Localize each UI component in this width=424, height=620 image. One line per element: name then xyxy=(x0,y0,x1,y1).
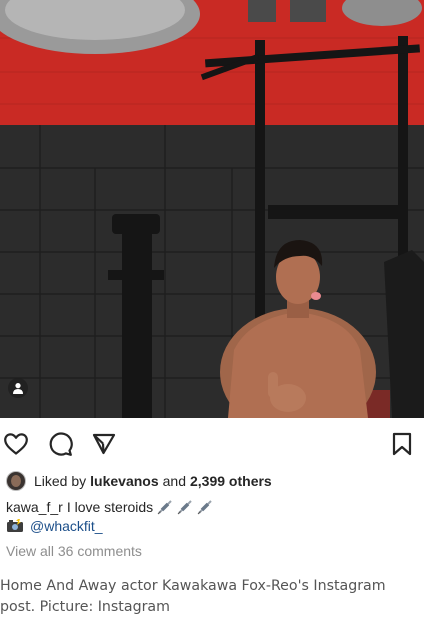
caption-username[interactable]: kawa_f_r xyxy=(6,499,63,515)
comment-bubble-icon xyxy=(49,432,73,456)
comment-button[interactable] xyxy=(46,430,74,458)
save-button[interactable] xyxy=(388,430,416,458)
syringe-emoji-group xyxy=(157,499,213,515)
caption-text: I love steroids xyxy=(66,499,154,515)
view-all-comments-link[interactable]: View all 36 comments xyxy=(6,543,142,559)
post-caption: kawa_f_r I love steroids xyxy=(6,499,213,515)
paper-plane-icon xyxy=(92,433,116,455)
caption-credit-line: @whackfit_ xyxy=(6,518,103,534)
likes-count[interactable]: 2,399 others xyxy=(190,473,272,489)
post-action-bar xyxy=(0,428,424,460)
bookmark-icon xyxy=(392,432,412,456)
like-button[interactable] xyxy=(2,430,30,458)
syringe-icon xyxy=(177,500,192,515)
liked-by-username[interactable]: lukevanos xyxy=(90,473,158,489)
share-button[interactable] xyxy=(90,430,118,458)
post-photo[interactable] xyxy=(0,0,424,418)
likes-summary: Liked by lukevanos and 2,399 others xyxy=(6,470,276,492)
liked-by-prefix: Liked by xyxy=(34,473,87,489)
gym-scene-illustration xyxy=(0,0,424,418)
syringe-icon xyxy=(197,500,212,515)
avatar[interactable] xyxy=(6,471,26,491)
person-icon xyxy=(13,383,23,394)
tagged-people-button[interactable] xyxy=(8,378,28,398)
heart-icon xyxy=(4,433,28,455)
syringe-icon xyxy=(157,500,172,515)
article-image-caption: Home And Away actor Kawakawa Fox-Reo's I… xyxy=(0,578,386,615)
photo-credit-mention[interactable]: @whackfit_ xyxy=(30,518,103,534)
liked-by-joiner: and xyxy=(162,473,186,489)
camera-with-flash-icon xyxy=(7,519,23,532)
